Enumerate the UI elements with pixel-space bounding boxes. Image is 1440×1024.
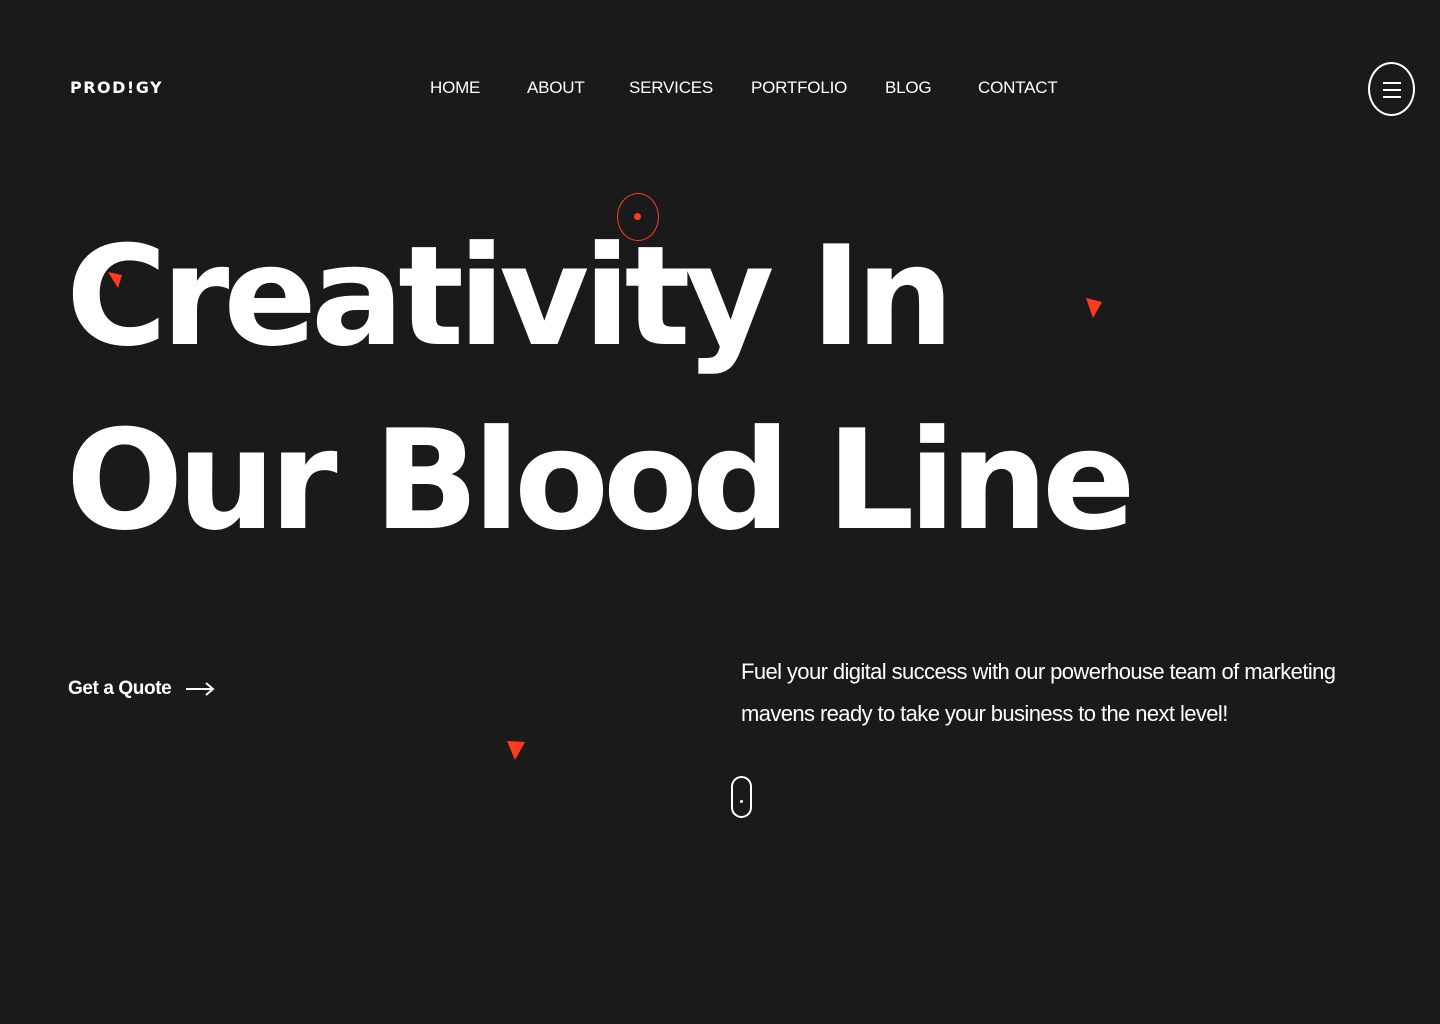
get-quote-button[interactable]: Get a Quote (68, 678, 215, 700)
arrow-right-icon (186, 682, 215, 696)
hero-headline-line-2: Our Blood Line (66, 400, 1136, 561)
hero-tagline: Fuel your digital success with our power… (741, 659, 1336, 726)
scroll-mouse-icon[interactable] (731, 776, 752, 818)
nav-item-about[interactable]: ABOUT (527, 78, 585, 98)
main-nav: HOME ABOUT SERVICES PORTFOLIO BLOG CONTA… (0, 78, 1440, 100)
triangle-accent-icon (1086, 298, 1102, 318)
nav-item-portfolio[interactable]: PORTFOLIO (751, 78, 847, 98)
nav-item-contact[interactable]: CONTACT (978, 78, 1058, 98)
nav-item-services[interactable]: SERVICES (629, 78, 713, 98)
hamburger-icon (1383, 82, 1401, 98)
triangle-accent-icon (108, 272, 122, 288)
scroll-wheel-dot (740, 800, 743, 803)
menu-button[interactable] (1368, 62, 1415, 116)
get-quote-label: Get a Quote (68, 678, 172, 699)
nav-item-home[interactable]: HOME (430, 78, 480, 98)
triangle-accent-icon (507, 741, 525, 760)
hero-headline-line-1: Creativity In (66, 216, 954, 377)
nav-item-blog[interactable]: BLOG (885, 78, 932, 98)
